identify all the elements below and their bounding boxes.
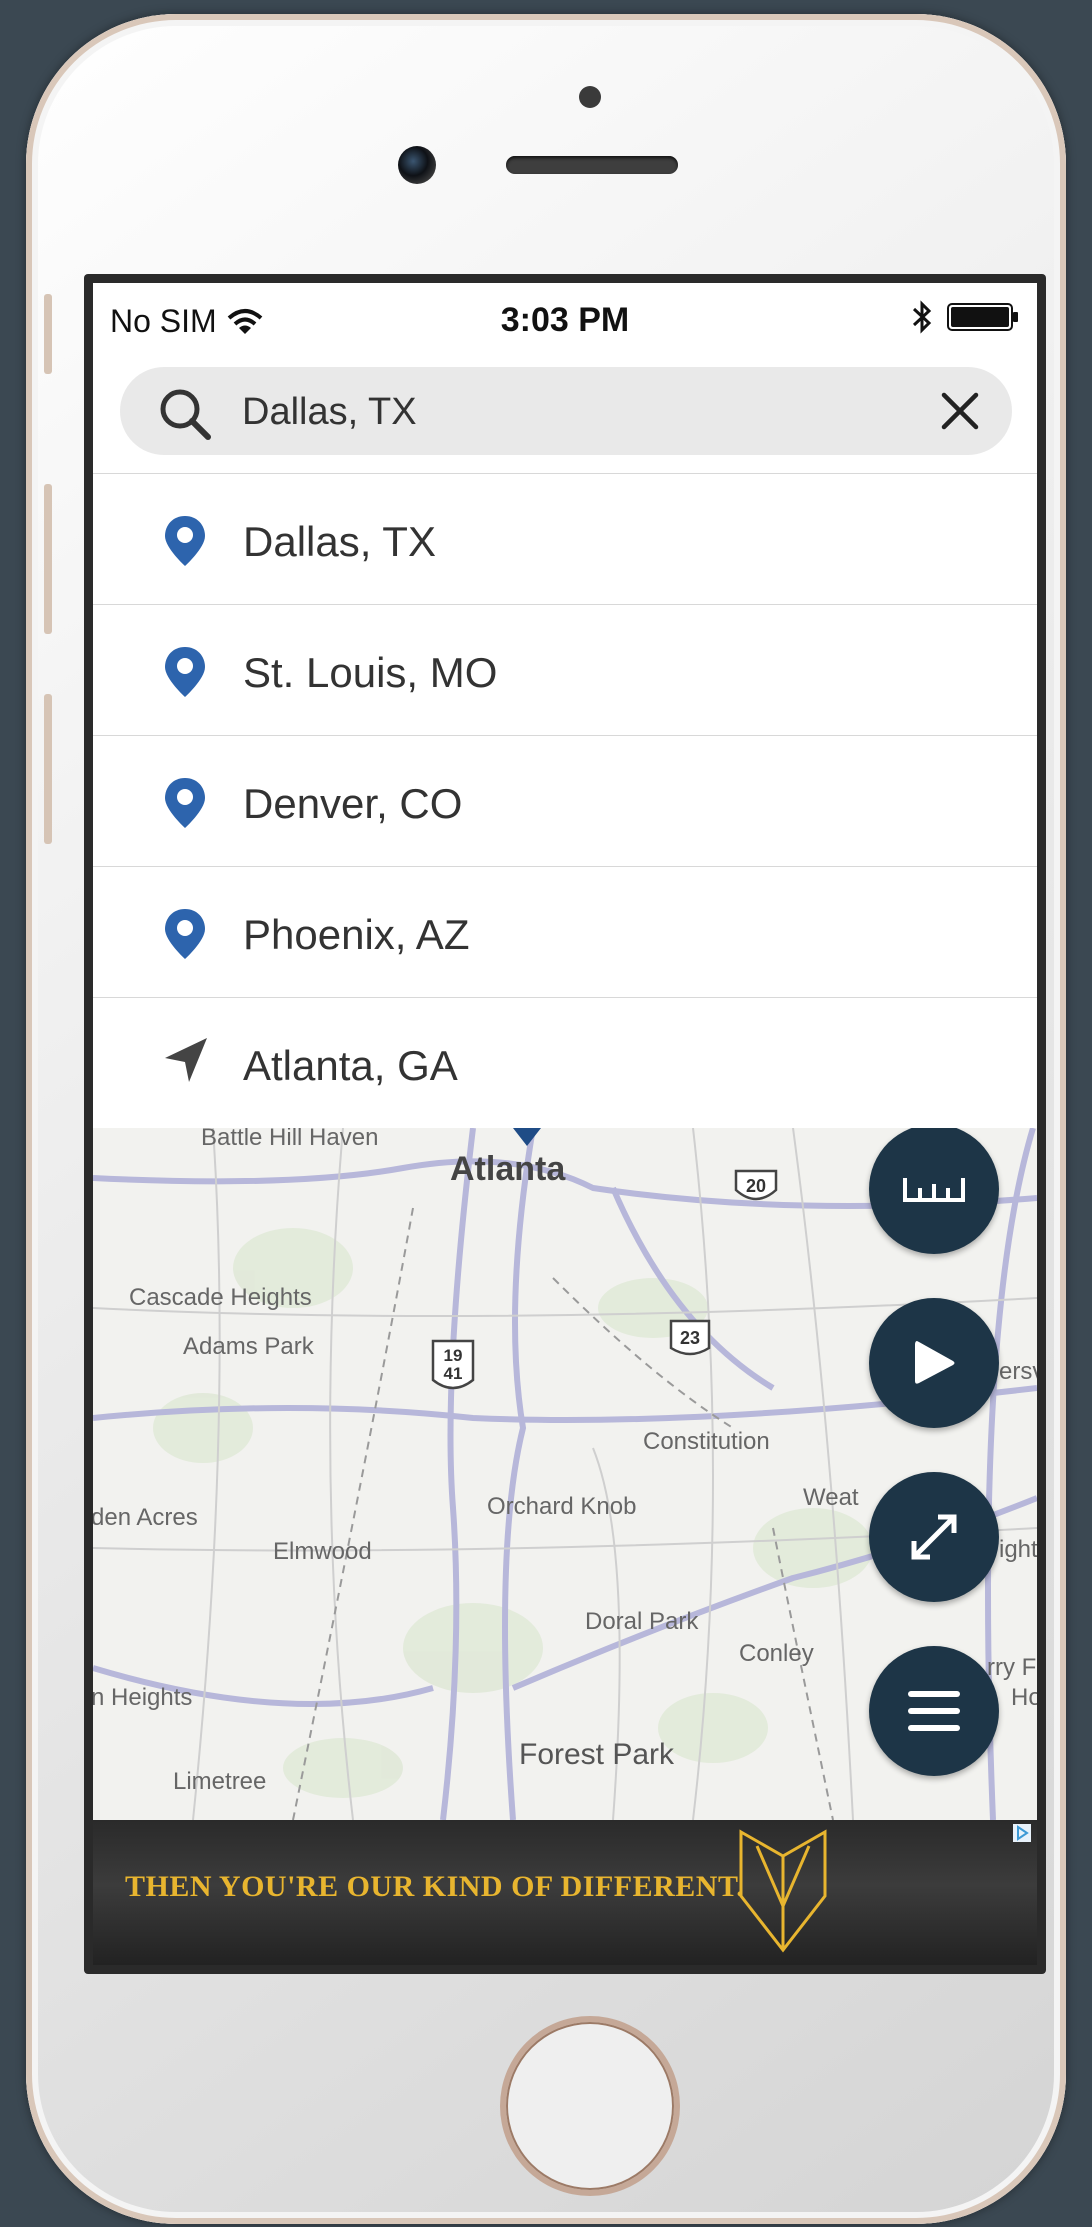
ad-banner[interactable]: THEN YOU'RE OUR KIND OF DIFFERENT. bbox=[93, 1820, 1037, 1965]
result-label: Phoenix, AZ bbox=[243, 911, 470, 958]
proximity-sensor bbox=[579, 86, 601, 108]
map-label: n Heights bbox=[93, 1684, 193, 1711]
result-item-atlanta[interactable]: Atlanta, GA bbox=[93, 998, 1037, 1128]
search-input[interactable] bbox=[240, 385, 904, 439]
search-results-list: Dallas, TX St. Louis, MO Denver, CO Phoe… bbox=[93, 473, 1037, 1128]
earpiece-speaker bbox=[506, 156, 678, 174]
menu-button[interactable] bbox=[869, 1646, 999, 1776]
map-label: ersv bbox=[999, 1358, 1037, 1385]
location-pin-icon bbox=[165, 909, 205, 959]
measure-button[interactable] bbox=[869, 1128, 999, 1254]
map-label: Conley bbox=[739, 1640, 814, 1667]
ad-choices-icon[interactable] bbox=[1013, 1824, 1031, 1842]
map-label: den Acres bbox=[93, 1504, 198, 1531]
search-bar[interactable] bbox=[120, 367, 1012, 455]
shield-number: 20 bbox=[745, 1176, 767, 1196]
result-item-denver[interactable]: Denver, CO bbox=[93, 736, 1037, 867]
mute-switch bbox=[44, 294, 52, 374]
hamburger-menu-icon bbox=[908, 1691, 960, 1731]
result-label: St. Louis, MO bbox=[243, 649, 498, 696]
map-label: rry F bbox=[987, 1654, 1037, 1681]
shield-number: 19 bbox=[443, 1346, 463, 1365]
app-screen: No SIM 3:03 PM Dallas, TX Dallas, TX St.… bbox=[93, 283, 1037, 1965]
close-icon[interactable] bbox=[940, 391, 980, 431]
highway-shield-23: 23 bbox=[667, 1318, 713, 1360]
status-time: 3:03 PM bbox=[500, 301, 630, 339]
highway-shield-20: 20 bbox=[733, 1168, 779, 1208]
result-item-phoenix[interactable]: Phoenix, AZ bbox=[93, 867, 1037, 998]
result-label: Atlanta, GA bbox=[243, 1042, 458, 1089]
front-camera bbox=[398, 146, 436, 184]
ruler-icon bbox=[903, 1178, 965, 1202]
status-bar: No SIM 3:03 PM bbox=[93, 283, 1037, 345]
volume-up-button bbox=[44, 484, 52, 634]
map-label: Constitution bbox=[643, 1428, 770, 1455]
battery-icon bbox=[947, 303, 1018, 331]
map-label: Ho bbox=[1011, 1684, 1037, 1711]
current-location-arrow-icon bbox=[165, 1038, 207, 1082]
map-label: Battle Hill Haven bbox=[201, 1128, 379, 1151]
shield-number: 23 bbox=[679, 1328, 701, 1348]
shield-number: 41 bbox=[443, 1364, 463, 1383]
expand-button[interactable] bbox=[869, 1472, 999, 1602]
result-label: Denver, CO bbox=[243, 780, 463, 827]
result-label: Dallas, TX bbox=[243, 518, 436, 565]
screen: No SIM 3:03 PM Dallas, TX Dallas, TX St.… bbox=[84, 274, 1046, 1974]
location-pin-icon bbox=[165, 516, 205, 566]
expand-icon bbox=[911, 1514, 957, 1560]
bluetooth-icon bbox=[912, 300, 932, 334]
highway-shield-19-41: 19 41 bbox=[429, 1338, 477, 1396]
map-label: Adams Park bbox=[183, 1333, 314, 1360]
result-item-st-louis[interactable]: St. Louis, MO bbox=[93, 605, 1037, 736]
map-label: Limetree bbox=[173, 1768, 267, 1795]
play-button[interactable] bbox=[869, 1298, 999, 1428]
map-label-city: Atlanta bbox=[450, 1150, 566, 1188]
location-pin-icon bbox=[165, 778, 205, 828]
home-button[interactable] bbox=[506, 2022, 674, 2190]
search-icon bbox=[160, 389, 211, 440]
map-label: Cascade Heights bbox=[129, 1284, 312, 1311]
map-label: Elmwood bbox=[273, 1538, 372, 1565]
play-icon bbox=[915, 1341, 955, 1384]
map-label: Doral Park bbox=[585, 1608, 699, 1635]
map-view[interactable]: Battle Hill Haven Atlanta Cascade Height… bbox=[93, 1128, 1037, 1820]
result-item-dallas[interactable]: Dallas, TX bbox=[93, 474, 1037, 605]
map-label: Weat bbox=[803, 1484, 859, 1511]
volume-down-button bbox=[44, 694, 52, 844]
location-pin-icon bbox=[165, 647, 205, 697]
ad-logo-shield-icon bbox=[739, 1829, 827, 1953]
map-label: ight bbox=[999, 1536, 1037, 1563]
ad-text: THEN YOU'RE OUR KIND OF DIFFERENT. bbox=[125, 1870, 745, 1903]
map-label: Orchard Knob bbox=[487, 1493, 637, 1520]
status-right bbox=[911, 299, 1019, 335]
map-label: Forest Park bbox=[519, 1738, 675, 1771]
